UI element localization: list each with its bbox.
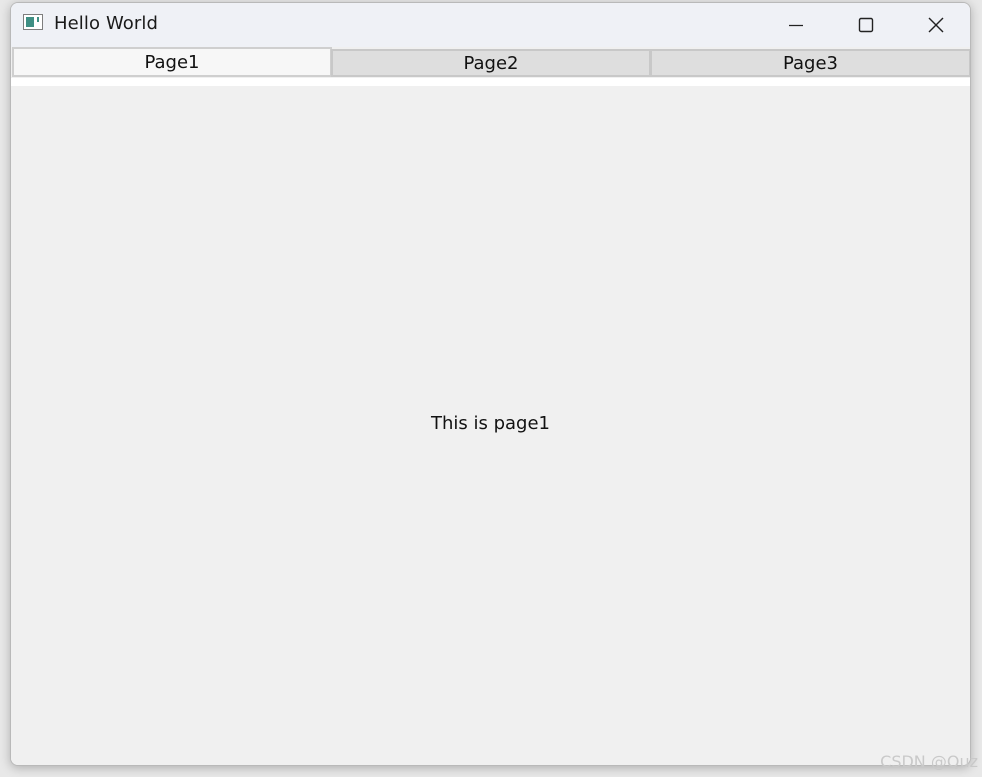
page-label: This is page1 (430, 413, 550, 434)
minimize-icon (789, 24, 803, 27)
app-window-icon (23, 14, 43, 30)
close-button[interactable] (901, 3, 970, 47)
window-title: Hello World (54, 13, 159, 34)
tab-page2[interactable]: Page2 (331, 49, 651, 77)
maximize-button[interactable] (831, 3, 901, 47)
app-window: Hello World Page1 Page2 Page3 This is pa… (10, 2, 971, 766)
tab-page3[interactable]: Page3 (650, 49, 970, 77)
title-bar[interactable]: Hello World (11, 3, 970, 47)
tab-content-divider (11, 78, 970, 86)
watermark: CSDN @Quz (880, 752, 978, 771)
close-icon (928, 17, 944, 33)
tab-page1[interactable]: Page1 (12, 47, 332, 77)
maximize-icon (858, 17, 874, 33)
page-content: This is page1 (11, 86, 970, 765)
minimize-button[interactable] (761, 3, 831, 47)
